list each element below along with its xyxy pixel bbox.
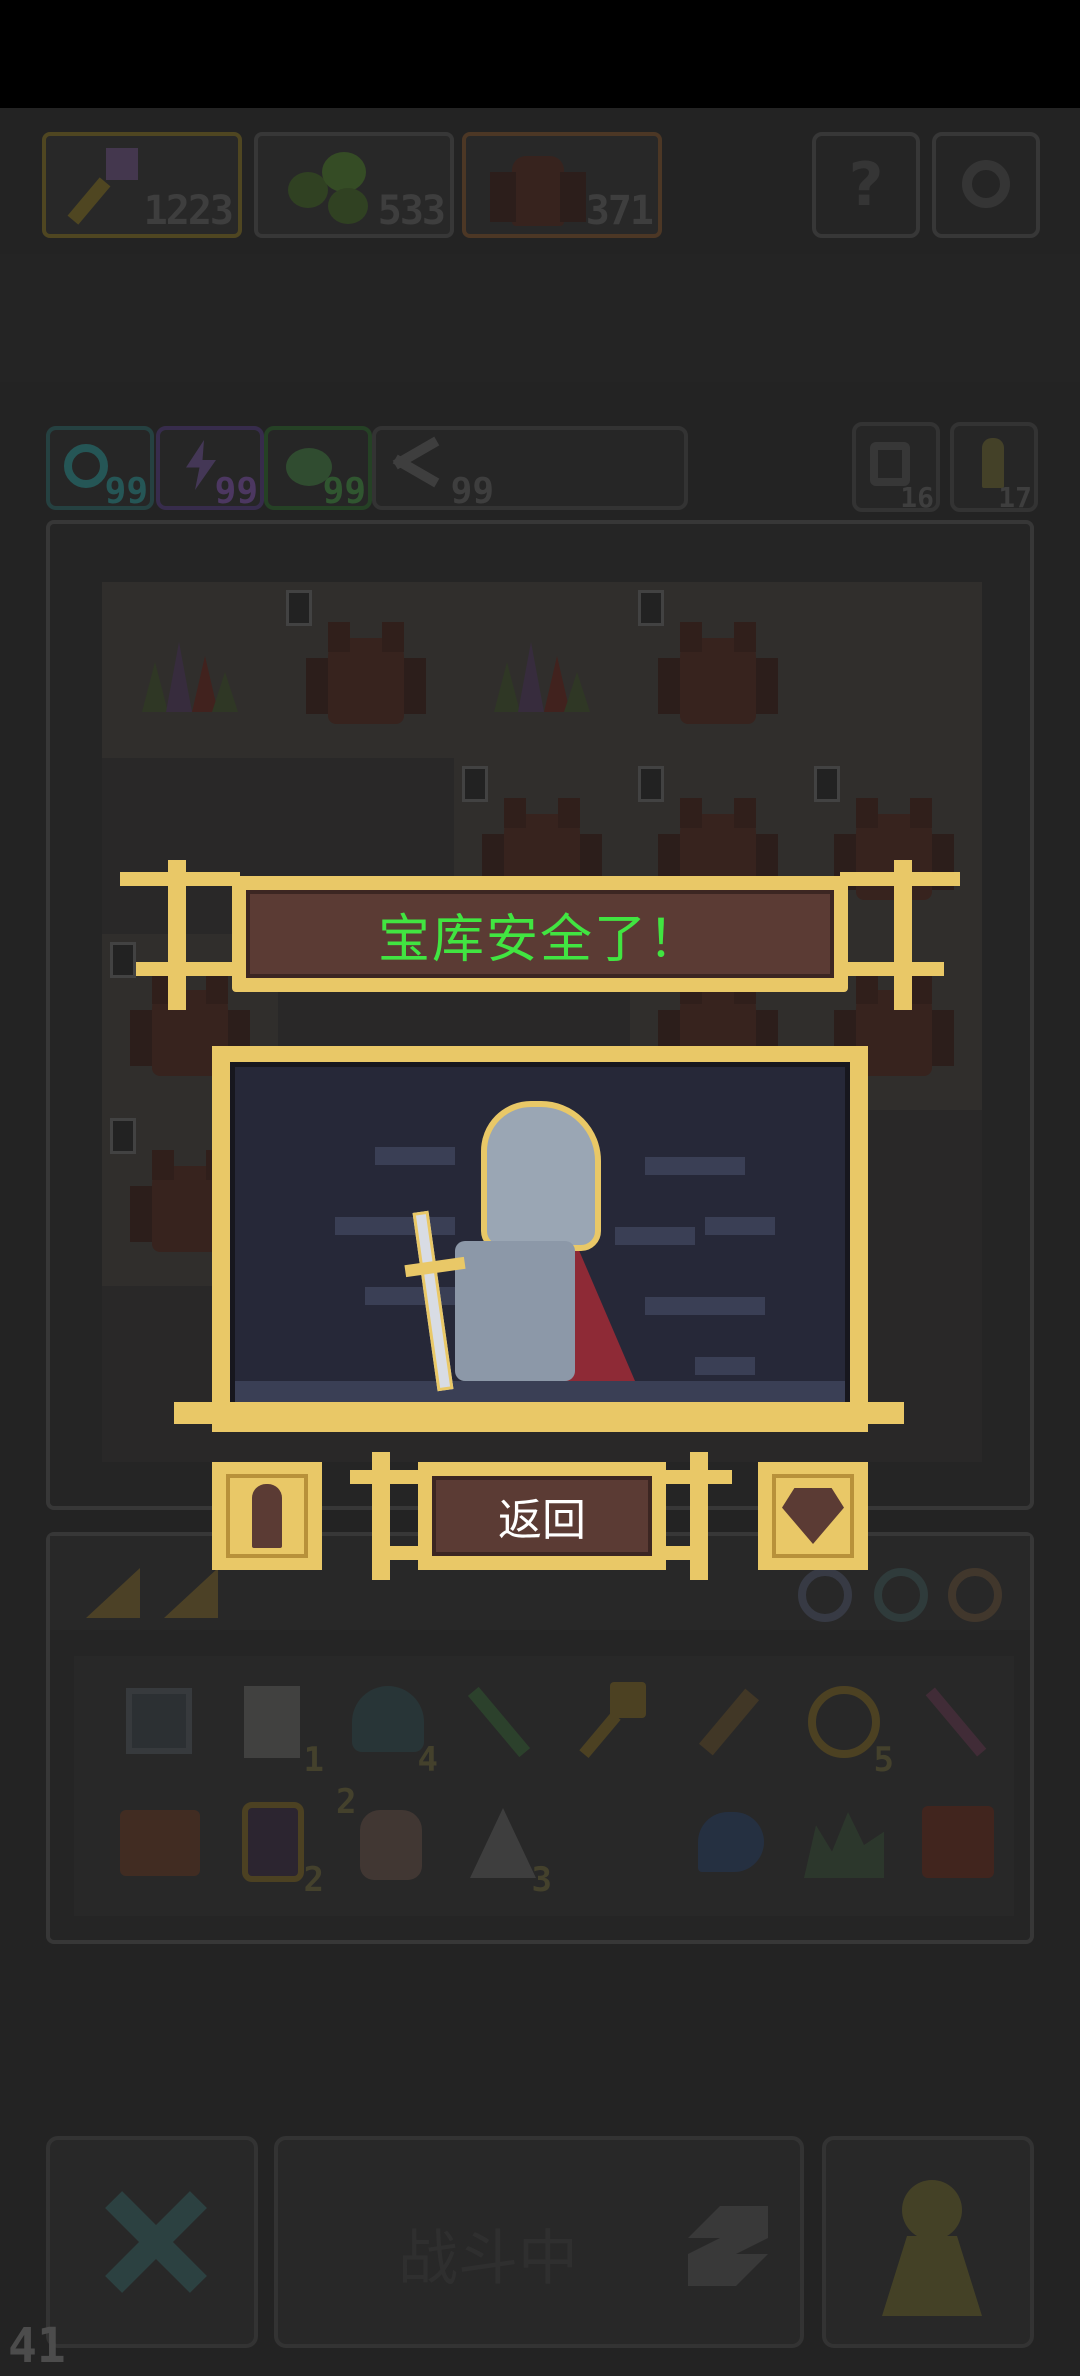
pawn-info-button[interactable]: [212, 1462, 322, 1570]
back-button-label: 返回: [498, 1495, 586, 1546]
body-armor: [455, 1241, 575, 1381]
back-button[interactable]: 返回: [418, 1462, 666, 1570]
keyhole-icon: [252, 1484, 282, 1548]
knight-sprite: [395, 1101, 645, 1401]
gem-button[interactable]: [758, 1462, 868, 1570]
picture-frame: [212, 1046, 868, 1432]
dialog: 宝库安全了！ 返回: [0, 0, 1080, 2376]
knight-scene: [230, 1062, 850, 1416]
sword-icon: [412, 1210, 454, 1392]
dialog-title: 宝库安全了！: [377, 909, 702, 970]
helmet: [481, 1101, 601, 1251]
title-frame: 宝库安全了！: [232, 876, 848, 992]
